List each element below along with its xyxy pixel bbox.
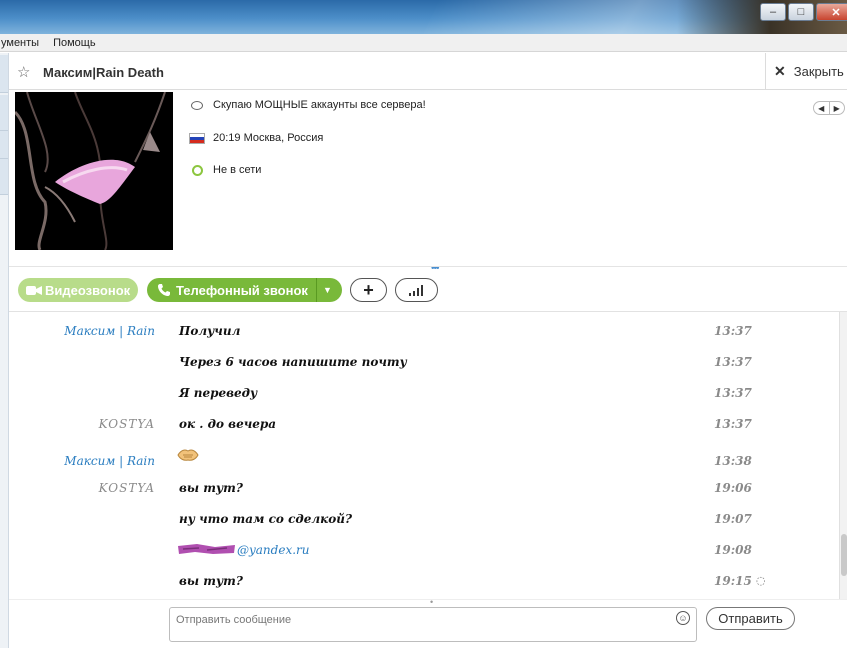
chat-message: Через 6 часов напишите почту 13:37: [9, 352, 839, 372]
mood-message-row: Скупаю МОЩНЫЕ аккаунты все сервера!: [189, 99, 426, 111]
message-input-placeholder: Отправить сообщение: [176, 614, 292, 626]
message-time: 19:06: [714, 481, 752, 495]
russia-flag-icon: [189, 132, 205, 144]
message-composer: • Отправить сообщение ☺ Отправить: [9, 597, 847, 648]
call-toolbar: Видеозвонок Телефонный звонок ▼ +: [9, 266, 847, 312]
message-text: вы тут?: [179, 481, 243, 495]
menu-item-help[interactable]: Помощь: [46, 37, 103, 49]
online-status: Не в сети: [213, 164, 262, 176]
chat-message: Я переведу 13:37: [9, 383, 839, 403]
message-text: Я переведу: [179, 386, 258, 400]
send-button[interactable]: Отправить: [706, 607, 795, 630]
phone-call-label: Телефонный звонок: [176, 282, 308, 298]
mood-message: Скупаю МОЩНЫЕ аккаунты все сервера!: [213, 99, 426, 111]
contact-list-block: [0, 159, 8, 195]
message-text: Через 6 часов напишите почту: [179, 355, 407, 369]
scrollbar-thumb[interactable]: [841, 534, 847, 576]
add-button[interactable]: +: [350, 278, 387, 302]
message-time: 13:37: [714, 355, 752, 369]
contact-list-block: [0, 55, 8, 93]
contact-list-edge: [0, 53, 9, 648]
minimize-button[interactable]: –: [760, 3, 786, 21]
offline-status-icon: [191, 164, 203, 176]
chat-history[interactable]: Максим | Rain Получил 13:37 Через 6 часо…: [9, 312, 839, 599]
menu-bar: ументы Помощь: [0, 34, 847, 52]
status-row: Не в сети: [189, 164, 261, 176]
message-time: 13:37: [714, 386, 752, 400]
mood-bubble-icon: [191, 100, 203, 110]
message-time: 13:37: [714, 417, 752, 431]
close-conversation-button[interactable]: ✕ Закрыть: [765, 53, 847, 90]
emoticon-picker-icon[interactable]: ☺: [676, 611, 690, 625]
contact-list-block: [0, 131, 8, 159]
message-time: 19:08: [714, 543, 752, 557]
contact-list-block: [0, 95, 8, 131]
composer-grip-icon[interactable]: •: [430, 597, 433, 607]
phone-call-button[interactable]: Телефонный звонок ▼: [147, 278, 342, 302]
contact-avatar[interactable]: [15, 92, 173, 250]
message-sender[interactable]: KOSTYA: [99, 417, 155, 431]
contact-name: Максим|Rain Death: [43, 65, 164, 80]
message-time: 19:15: [714, 574, 752, 588]
message-time: 13:38: [714, 454, 752, 468]
favorite-star-icon[interactable]: ☆: [17, 63, 30, 81]
dropdown-arrow-icon[interactable]: ▼: [323, 278, 332, 302]
message-input[interactable]: Отправить сообщение: [169, 607, 697, 642]
chat-message: KOSTYA ок . до вечера 13:37: [9, 414, 839, 434]
close-window-button[interactable]: ✕: [816, 3, 847, 21]
close-icon: ✕: [774, 63, 786, 79]
message-text: ну что там со сделкой?: [179, 512, 353, 526]
video-call-button[interactable]: Видеозвонок: [18, 278, 138, 302]
location-row: 20:19 Москва, Россия: [189, 132, 323, 144]
chat-message: ну что там со сделкой? 19:07: [9, 509, 839, 529]
email-link[interactable]: @yandex.ru: [237, 543, 310, 557]
video-camera-icon: [26, 285, 42, 295]
signal-strength-icon: [408, 285, 423, 296]
chat-message: вы тут? 19:15 ◌: [9, 571, 839, 591]
button-divider: [316, 278, 317, 302]
call-quality-button[interactable]: [395, 278, 438, 302]
chat-message: Максим | Rain 13:38: [9, 449, 839, 471]
message-text: Получил: [179, 324, 241, 338]
video-call-label: Видеозвонок: [45, 282, 131, 298]
message-sender[interactable]: Максим | Rain: [64, 454, 155, 468]
sending-spinner-icon: ◌: [756, 574, 766, 587]
message-time: 13:37: [714, 324, 752, 338]
chat-message: KOSTYA вы тут? 19:06: [9, 478, 839, 498]
prev-arrow-icon[interactable]: ◀: [814, 102, 830, 114]
plus-icon: +: [363, 280, 374, 300]
chat-message: Максим | Rain Получил 13:37: [9, 321, 839, 341]
chat-scrollbar[interactable]: [839, 312, 847, 599]
chat-message: @yandex.ru 19:08: [9, 540, 839, 560]
window-controls: – □ ✕: [760, 3, 847, 21]
handshake-emoticon-icon: [177, 449, 199, 461]
local-time-location: 20:19 Москва, Россия: [213, 132, 324, 144]
close-label: Закрыть: [793, 64, 844, 79]
menu-item-tools[interactable]: ументы: [0, 37, 46, 49]
message-time: 19:07: [714, 512, 752, 526]
message-text: ок . до вечера: [179, 417, 277, 431]
redacted-email-mark: [178, 544, 235, 554]
message-sender[interactable]: KOSTYA: [99, 481, 155, 495]
phone-icon: [158, 284, 170, 296]
send-label: Отправить: [718, 611, 783, 626]
message-sender[interactable]: Максим | Rain: [64, 324, 155, 338]
maximize-button[interactable]: □: [788, 3, 814, 21]
profile-nav-arrows: ◀ ▶: [813, 101, 845, 115]
conversation-header: ☆ Максим|Rain Death ✕ Закрыть: [9, 53, 847, 90]
message-text: вы тут?: [179, 574, 243, 588]
window-titlebar: – □ ✕: [0, 0, 847, 34]
next-arrow-icon[interactable]: ▶: [830, 102, 845, 114]
profile-panel: Скупаю МОЩНЫЕ аккаунты все сервера! 20:1…: [9, 90, 847, 262]
